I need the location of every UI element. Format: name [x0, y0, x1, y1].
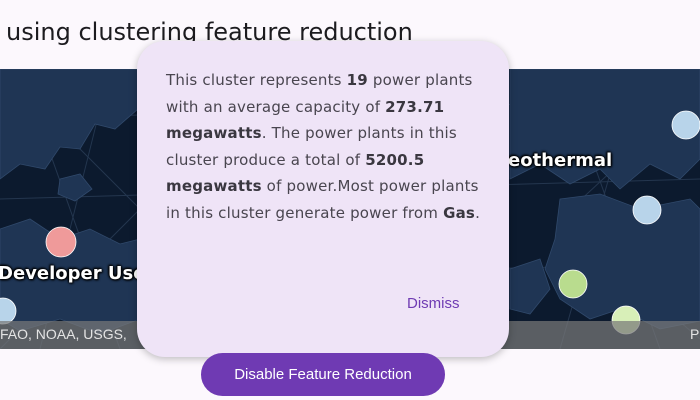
attribution-text: FAO, NOAA, USGS,	[0, 326, 127, 342]
map-label-developer-use: Developer Use	[0, 263, 146, 284]
cluster-point-blue-top	[671, 110, 700, 140]
predominant-fuel: Gas	[443, 203, 476, 222]
dialog-text-part: .	[475, 203, 481, 222]
dialog-message: This cluster represents 19 power plants …	[166, 67, 486, 227]
dialog-text-part: This cluster represents	[166, 71, 347, 89]
disable-feature-reduction-button[interactable]: Disable Feature Reduction	[201, 353, 445, 396]
cluster-point-blue-right	[632, 195, 662, 225]
dismiss-button[interactable]: Dismiss	[407, 295, 460, 312]
attribution-powered-by: P	[690, 326, 700, 342]
cluster-point-green	[558, 269, 588, 299]
cluster-count: 19	[346, 71, 368, 89]
app-screen: using clustering feature reduction Devel…	[0, 0, 700, 400]
cluster-info-dialog: This cluster represents 19 power plants …	[137, 41, 509, 357]
map-label-geothermal: eothermal	[508, 150, 613, 171]
cluster-point-pink	[45, 226, 77, 258]
